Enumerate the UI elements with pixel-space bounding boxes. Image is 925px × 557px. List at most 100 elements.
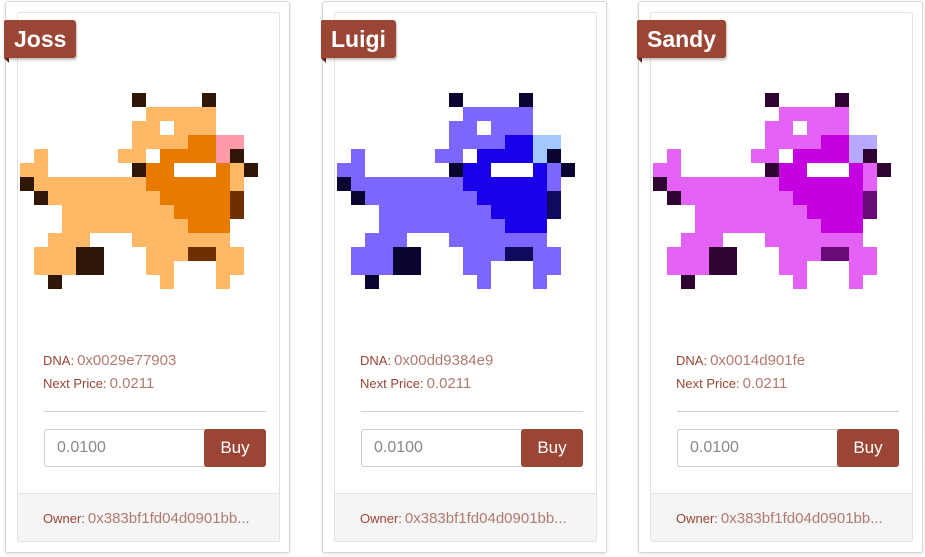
sprite-pixel: [337, 163, 351, 177]
sprite-pixel: [393, 219, 407, 233]
buy-button[interactable]: Buy: [204, 429, 266, 467]
sprite-pixel: [90, 191, 104, 205]
sprite-pixel: [505, 163, 519, 177]
sprite-pixel: [365, 275, 379, 289]
sprite-pixel: [76, 261, 90, 275]
sprite-pixel: [463, 205, 477, 219]
sprite-pixel: [202, 247, 216, 261]
sprite-pixel: [20, 163, 34, 177]
sprite-pixel: [62, 205, 76, 219]
sprite-pixel: [477, 135, 491, 149]
sprite-pixel: [421, 219, 435, 233]
dna-line: DNA: 0x0029e77903: [43, 352, 176, 369]
token-card-1: DNA: 0x0029e77903 Next Price: 0.0211 0.010…: [4, 1, 290, 553]
bid-price-input[interactable]: 0.0100: [361, 429, 523, 467]
bid-price-input[interactable]: 0.0100: [677, 429, 839, 467]
sprite-pixel: [104, 177, 118, 191]
sprite-pixel: [449, 135, 463, 149]
sprite-pixel: [379, 233, 393, 247]
sprite-pixel: [216, 275, 230, 289]
sprite-pixel: [477, 275, 491, 289]
token-card-3: DNA: 0x0014d901fe Next Price: 0.0211 0.010…: [637, 1, 923, 553]
sprite-pixel: [146, 107, 160, 121]
sprite-pixel: [695, 219, 709, 233]
sprite-pixel: [519, 121, 533, 135]
sprite-pixel: [351, 177, 365, 191]
name-ribbon: Joss: [4, 20, 77, 63]
sprite-pixel: [449, 163, 463, 177]
sprite-pixel: [863, 163, 877, 177]
sprite-pixel: [463, 149, 477, 163]
sprite-pixel: [793, 121, 807, 135]
sprite-pixel: [188, 191, 202, 205]
sprite-pixel: [547, 261, 561, 275]
sprite-pixel: [765, 121, 779, 135]
sprite-pixel: [807, 107, 821, 121]
sprite-pixel: [188, 233, 202, 247]
sprite-pixel: [533, 135, 547, 149]
sprite-pixel: [849, 275, 863, 289]
sprite-pixel: [491, 247, 505, 261]
sprite-pixel: [118, 205, 132, 219]
sprite-pixel: [533, 247, 547, 261]
sprite-pixel: [477, 163, 491, 177]
buy-button[interactable]: Buy: [837, 429, 899, 467]
sprite-pixel: [519, 205, 533, 219]
sprite-pixel: [230, 191, 244, 205]
bid-price-input[interactable]: 0.0100: [44, 429, 206, 467]
sprite-pixel: [407, 247, 421, 261]
sprite-pixel: [160, 107, 174, 121]
sprite-pixel: [337, 177, 351, 191]
sprite-pixel: [519, 247, 533, 261]
owner-label: Owner:: [360, 511, 402, 526]
card-inner: DNA: 0x0014d901fe Next Price: 0.0211 0.010…: [650, 12, 913, 542]
sprite-pixel: [174, 219, 188, 233]
sprite-pixel: [821, 107, 835, 121]
sprite-pixel: [533, 191, 547, 205]
sprite-pixel: [365, 233, 379, 247]
sprite-pixel: [174, 121, 188, 135]
sprite-pixel: [765, 219, 779, 233]
sprite-pixel: [188, 135, 202, 149]
sprite-pixel: [48, 261, 62, 275]
price-line: Next Price: 0.0211: [360, 375, 471, 392]
sprite-pixel: [863, 205, 877, 219]
sprite-pixel: [561, 163, 575, 177]
sprite-pixel: [723, 205, 737, 219]
card-footer: Owner: 0x383bf1fd04d0901bb...: [651, 493, 912, 541]
pixel-dog-image: [653, 93, 891, 289]
sprite-pixel: [835, 121, 849, 135]
sprite-pixel: [160, 191, 174, 205]
sprite-pixel: [779, 121, 793, 135]
sprite-pixel: [477, 219, 491, 233]
sprite-pixel: [48, 177, 62, 191]
sprite-pixel: [379, 177, 393, 191]
sprite-pixel: [160, 261, 174, 275]
sprite-pixel: [393, 261, 407, 275]
sprite-pixel: [104, 191, 118, 205]
buy-button[interactable]: Buy: [521, 429, 583, 467]
sprite-pixel: [393, 205, 407, 219]
sprite-pixel: [533, 149, 547, 163]
sprite-pixel: [160, 233, 174, 247]
sprite-pixel: [779, 107, 793, 121]
sprite-pixel: [751, 219, 765, 233]
sprite-pixel: [202, 107, 216, 121]
sprite-pixel: [463, 191, 477, 205]
sprite-pixel: [449, 219, 463, 233]
sprite-pixel: [765, 205, 779, 219]
sprite-pixel: [34, 261, 48, 275]
sprite-pixel: [519, 149, 533, 163]
sprite-pixel: [491, 163, 505, 177]
sprite-pixel: [160, 149, 174, 163]
sprite-pixel: [146, 135, 160, 149]
sprite-pixel: [793, 219, 807, 233]
sprite-pixel: [519, 233, 533, 247]
sprite-pixel: [379, 191, 393, 205]
price-value: 0.0211: [426, 375, 472, 392]
sprite-pixel: [174, 135, 188, 149]
sprite-pixel: [667, 149, 681, 163]
price-line: Next Price: 0.0211: [43, 375, 154, 392]
sprite-pixel: [491, 233, 505, 247]
sprite-pixel: [146, 191, 160, 205]
